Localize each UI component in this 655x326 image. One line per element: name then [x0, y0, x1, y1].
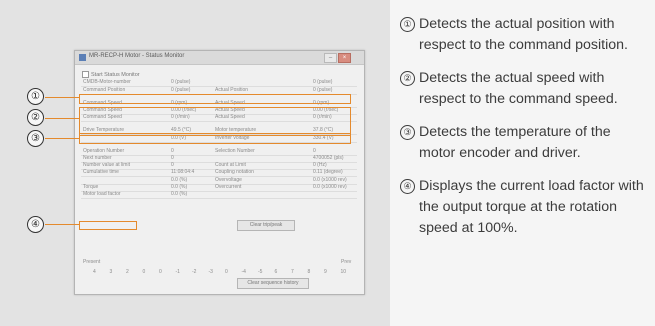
scale-tick: -3	[208, 269, 213, 275]
row-left-value: 0 (pulse)	[171, 87, 191, 93]
highlight-position	[79, 94, 351, 104]
row-right-value: 0.11 (degree)	[313, 169, 343, 175]
status-scale: Present Prev 4 3 2 0 0 -1 -2 -3 0 -4 -5 6 7 8 9 10	[83, 259, 356, 277]
checkbox-icon	[82, 71, 89, 78]
scale-tick: 8	[307, 269, 311, 275]
window-titlebar: MR-RECP-H Motor - Status Monitor – ×	[75, 51, 364, 65]
row-left-value: 0.0 (%)	[171, 191, 188, 197]
highlight-load-factor	[79, 221, 137, 230]
start-monitor-label: Start Status Monitor	[91, 71, 140, 78]
row-left-value: 0	[171, 155, 174, 161]
highlight-temperature	[79, 133, 351, 144]
scale-left-label: Present	[83, 259, 101, 265]
screenshot-figure: MR-RECP-H Motor - Status Monitor – × Sta…	[0, 0, 390, 326]
row-divider	[81, 198, 357, 199]
note-1-number: ①	[400, 17, 415, 32]
callout-marker-4: ④	[27, 216, 44, 233]
row-right-value: 4700052 (pls)	[313, 155, 344, 161]
row-divider	[81, 191, 357, 192]
callout-line-4	[45, 224, 79, 226]
scale-tick: -1	[175, 269, 180, 275]
scale-tick: 7	[291, 269, 294, 275]
callout-line-3	[45, 138, 79, 140]
row-left-value: 0.0 (%)	[171, 184, 188, 190]
app-icon	[79, 54, 86, 61]
row-left-label: Cumulative time	[83, 169, 119, 175]
minimize-button[interactable]: –	[324, 53, 337, 63]
row-left-value: 0 (pulse)	[171, 79, 191, 85]
note-2: ② Detects the actual speed with respect t…	[400, 68, 645, 110]
row-right-value: 0 (pulse)	[313, 87, 333, 93]
row-right-label: Overvoltage	[215, 177, 242, 183]
note-2-number: ②	[400, 71, 415, 86]
clear-trip-button[interactable]: Clear trip/peak	[237, 220, 295, 231]
callout-notes: ① Detects the actual position with respec…	[400, 14, 645, 251]
row-left-label: Operation Number	[83, 148, 125, 154]
scale-tick: 0	[159, 269, 162, 275]
row-right-value: 0 (pulse)	[313, 79, 333, 85]
row-right-value: 0.0 (x1000 rev)	[313, 177, 347, 183]
row-right-value: 0	[313, 148, 316, 154]
scale-tick: 3	[109, 269, 113, 275]
row-right-label: Count at Limit	[215, 162, 246, 168]
note-3-text: Detects the temperature of the motor enc…	[419, 124, 611, 161]
window-title: MR-RECP-H Motor - Status Monitor	[89, 53, 185, 59]
row-left-value: 0	[171, 148, 174, 154]
note-2-text: Detects the actual speed with respect to…	[419, 70, 618, 107]
scale-tick: 10	[340, 269, 347, 275]
callout-line-2	[45, 118, 79, 120]
note-4: ④ Displays the current load factor with t…	[400, 176, 645, 239]
row-right-label: Actual Position	[215, 87, 249, 93]
scale-tick: 0	[142, 269, 146, 275]
note-1: ① Detects the actual position with respec…	[400, 14, 645, 56]
row-left-label: Number value at limit	[83, 162, 130, 168]
row-right-value: 0 (Hz)	[313, 162, 327, 168]
row-right-label: Selection Number	[215, 148, 255, 154]
note-1-text: Detects the actual position with respect…	[419, 16, 628, 53]
scale-tick: 4	[93, 269, 96, 275]
callout-marker-3: ③	[27, 130, 44, 147]
row-right-value: 0.0 (x1000 rev)	[313, 184, 347, 190]
row-left-value: 0.0 (%)	[171, 177, 188, 183]
note-3: ③ Detects the temperature of the motor en…	[400, 122, 645, 164]
note-4-number: ④	[400, 179, 415, 194]
row-left-value: 0	[171, 162, 174, 168]
scale-tick: 9	[324, 269, 327, 275]
row-right-label: Overcurrent	[215, 184, 242, 190]
callout-marker-1: ①	[27, 88, 44, 105]
row-left-label: CMDB-Motor-number	[83, 79, 131, 85]
highlight-speed	[79, 107, 351, 136]
close-button[interactable]: ×	[338, 53, 351, 63]
status-monitor-window: MR-RECP-H Motor - Status Monitor – × Sta…	[74, 50, 365, 295]
callout-line-1	[45, 97, 79, 99]
row-left-label: Command Position	[83, 87, 126, 93]
note-3-number: ③	[400, 125, 415, 140]
scale-tick: 6	[274, 269, 278, 275]
row-left-value: 11:08:04:4	[171, 169, 195, 175]
row-left-label: Motor load factor	[83, 191, 121, 197]
scale-tick: -5	[258, 269, 263, 275]
row-left-label: Next number	[83, 155, 112, 161]
scale-tick: -4	[241, 269, 246, 275]
figure-panel: MR-RECP-H Motor - Status Monitor – × Sta…	[0, 0, 655, 326]
scale-tick: 2	[126, 269, 129, 275]
clear-history-button[interactable]: Clear sequence history	[237, 278, 309, 289]
scale-tick: -2	[192, 269, 197, 275]
scale-tick: 0	[225, 269, 228, 275]
start-monitor-checkbox[interactable]: Start Status Monitor	[82, 71, 140, 78]
row-right-label: Coupling notation	[215, 169, 254, 175]
row-left-label: Torque	[83, 184, 99, 190]
note-4-text: Displays the current load factor with th…	[419, 178, 644, 236]
scale-right-label: Prev	[341, 259, 352, 265]
callout-marker-2: ②	[27, 109, 44, 126]
